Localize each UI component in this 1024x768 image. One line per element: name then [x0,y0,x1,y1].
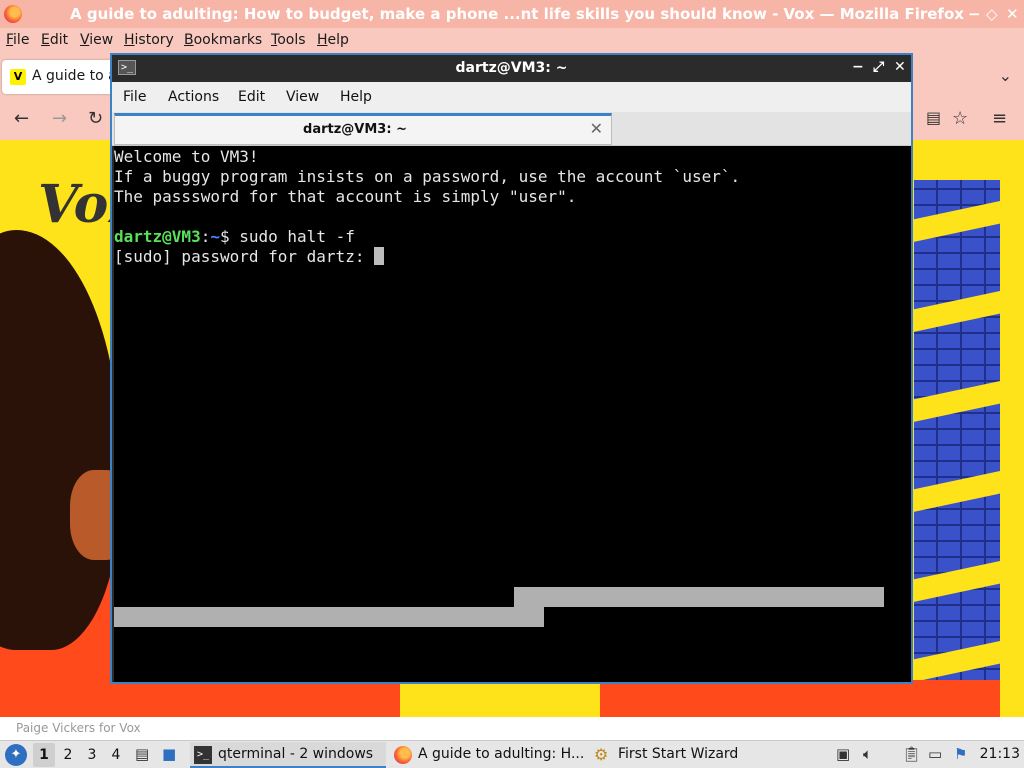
screen-icon[interactable]: ▭ [928,745,942,763]
firefox-menubar: File Edit View History Bookmarks Tools H… [0,28,1024,54]
taskbar: ✦ 1 2 3 4 ▤ ■ >_ qterminal - 2 windows A… [0,740,1024,768]
task-label: A guide to adulting: H... [418,746,585,762]
desktop-1-button[interactable]: 1 [33,743,55,767]
desktop-3-button[interactable]: 3 [81,743,103,767]
sudo-password-line: [sudo] password for dartz: [114,247,385,267]
render-glitch-block [514,587,884,607]
prompt-colon: : [200,227,211,246]
prompt-symbol: $ [219,227,240,246]
clipboard-icon[interactable]: 📋︎ [902,745,921,763]
brick-wall-illustration [902,180,1016,700]
network-icon[interactable]: ⚑ [954,745,967,763]
minimize-icon[interactable]: − [968,5,981,23]
wizard-icon: ⚙ [594,745,609,764]
terminal-tabbar: dartz@VM3: ~ ✕ [112,112,911,146]
sudo-prompt: [sudo] password for dartz: [114,247,375,266]
vox-favicon-icon: V [10,69,26,85]
list-all-tabs-icon[interactable]: ⌄ [999,66,1012,85]
terminal-menubar: File Actions Edit View Help [112,82,911,112]
minimize-icon[interactable]: − [852,59,864,75]
desktop-4-button[interactable]: 4 [105,743,127,767]
close-tab-icon[interactable]: ✕ [590,119,603,138]
back-icon[interactable]: ← [14,108,29,129]
terminal-line: The passsword for that account is simply… [114,187,577,206]
reload-icon[interactable]: ↻ [88,108,103,129]
bookmark-star-icon[interactable]: ☆ [952,108,968,129]
close-icon[interactable]: ✕ [894,59,906,75]
terminal-titlebar: >_ dartz@VM3: ~ − ⤢ ✕ [112,55,911,82]
task-qterminal[interactable]: >_ qterminal - 2 windows [190,742,386,768]
terminal-menu-edit[interactable]: Edit [238,89,265,105]
terminal-icon: >_ [194,746,212,764]
menu-bookmarks[interactable]: Bookmarks [184,32,262,48]
command-text: sudo halt -f [239,227,355,246]
terminal-output[interactable]: Welcome to VM3! If a buggy program insis… [114,146,911,682]
menu-view[interactable]: View [80,32,113,48]
menu-file[interactable]: File [6,32,29,48]
firefox-titlebar: A guide to adulting: How to budget, make… [0,0,1024,28]
illustration-bottom [600,680,1000,717]
task-first-start-wizard[interactable]: ⚙ First Start Wizard [590,742,750,768]
updates-icon[interactable]: ▣ [836,745,850,763]
terminal-window: >_ dartz@VM3: ~ − ⤢ ✕ File Actions Edit … [110,53,913,684]
terminal-menu-view[interactable]: View [286,89,319,105]
firefox-logo-icon [4,5,22,23]
photo-credit-bar: Paige Vickers for Vox [0,717,1024,740]
terminal-line: If a buggy program insists on a password… [114,167,741,186]
terminal-line: Welcome to VM3! [114,147,259,166]
menu-history[interactable]: History [124,32,174,48]
menu-tools[interactable]: Tools [271,32,306,48]
prompt-user-host: dartz@VM3 [114,227,201,246]
firefox-tab[interactable]: V A guide to a [2,60,122,94]
task-label: qterminal - 2 windows [218,746,374,762]
illustration-hair [0,230,120,650]
firefox-icon [394,746,412,764]
prompt-line: dartz@VM3:~$ sudo halt -f [114,227,355,247]
show-desktop-icon[interactable]: ■ [162,745,176,763]
maximize-icon[interactable]: ⤢ [873,59,884,75]
file-manager-icon[interactable]: ▤ [135,745,149,763]
forward-icon[interactable]: → [52,108,67,129]
text-cursor [374,247,385,265]
terminal-menu-help[interactable]: Help [340,89,372,105]
hamburger-menu-icon[interactable]: ≡ [992,108,1007,129]
terminal-menu-file[interactable]: File [123,89,146,105]
render-glitch-block [114,607,544,627]
reader-view-icon[interactable]: ▤ [926,108,941,127]
clock[interactable]: 21:13 [980,746,1020,762]
close-icon[interactable]: ✕ [1006,5,1019,23]
restore-icon[interactable]: ◇ [986,5,998,23]
task-label: First Start Wizard [618,746,739,762]
prompt-path: ~ [210,227,220,246]
terminal-window-title: dartz@VM3: ~ [455,60,568,76]
start-menu-icon[interactable]: ✦ [5,744,27,766]
task-firefox[interactable]: A guide to adulting: H... [390,742,586,768]
desktop-2-button[interactable]: 2 [57,743,79,767]
menu-help[interactable]: Help [317,32,349,48]
photo-credit: Paige Vickers for Vox [16,721,141,735]
firefox-window-title: A guide to adulting: How to budget, make… [70,5,964,23]
terminal-tab[interactable]: dartz@VM3: ~ ✕ [114,113,612,145]
volume-icon[interactable]: 🔈︎ [863,745,872,763]
tab-label: A guide to a [32,68,117,84]
terminal-tab-label: dartz@VM3: ~ [303,122,407,137]
terminal-menu-actions[interactable]: Actions [168,89,219,105]
menu-edit[interactable]: Edit [41,32,68,48]
